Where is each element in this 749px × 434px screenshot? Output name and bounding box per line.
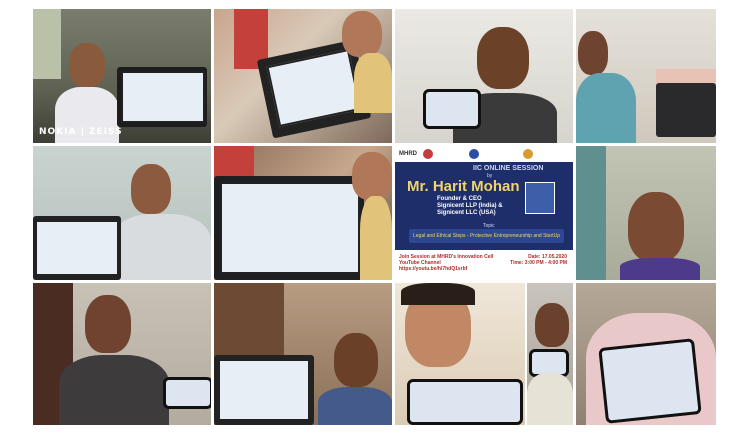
session-datetime: Date: 17.05.2020 Time: 3:00 PM - 4:00 PM <box>510 254 567 266</box>
laptop-screen <box>220 182 360 274</box>
photo-tile-10 <box>214 283 392 425</box>
photo-tile-3 <box>395 9 573 143</box>
iic-logo-icon <box>423 149 433 159</box>
photo-tile-11 <box>395 283 525 425</box>
innovation-cell-logo-icon <box>469 149 479 159</box>
photo-tile-5 <box>33 146 211 280</box>
photo-tile-13 <box>576 283 716 425</box>
participant-face <box>131 164 171 214</box>
mhrd-logo: MHRD <box>399 151 417 157</box>
role-line-3: Signicent LLC (USA) <box>437 210 496 216</box>
photo-tile-1: NOKIA | ZEISS <box>33 9 211 143</box>
photo-collage: NOKIA | ZEISS MHRD IIC ONLINE SESSION by… <box>33 9 716 425</box>
phone-screen <box>598 338 702 424</box>
photo-tile-12 <box>527 283 573 425</box>
phone-screen <box>163 377 211 409</box>
speaker-name: Mr. Harit Mohan <box>407 178 520 195</box>
participant-face <box>535 303 569 347</box>
youtube-line: Join Session at MHRD's Innovation Cell Y… <box>399 254 494 266</box>
phone-screen <box>407 379 523 425</box>
participant-face <box>334 333 378 387</box>
laptop-screen <box>218 359 310 421</box>
participant-face <box>477 27 529 89</box>
poster-logos: MHRD <box>395 146 573 162</box>
youtube-link: https://youtu.be/hl7hdQ1srbf <box>399 266 468 272</box>
aicte-logo-icon <box>523 149 533 159</box>
participant-face <box>69 43 105 87</box>
photo-tile-8 <box>576 146 716 280</box>
speaker-photo <box>525 182 555 214</box>
participant-face <box>85 295 131 353</box>
phone-screen <box>423 89 481 129</box>
youtube-info: Join Session at MHRD's Innovation Cell Y… <box>399 254 509 272</box>
session-time: Time: 3:00 PM - 4:00 PM <box>510 260 567 266</box>
role-line-1: Founder & CEO <box>437 196 482 202</box>
photo-tile-4 <box>576 9 716 143</box>
photo-tile-6 <box>214 146 392 280</box>
speaker-role: Founder & CEO Signicent LLP (India) & Si… <box>437 196 503 217</box>
participant-face <box>628 192 684 262</box>
poster-kicker: IIC ONLINE SESSION <box>473 165 544 172</box>
role-line-2: Signicent LLP (India) & <box>437 203 503 209</box>
photo-tile-9 <box>33 283 211 425</box>
participant-face <box>578 31 608 75</box>
monitor-screen <box>121 71 205 123</box>
participant-face <box>342 11 382 57</box>
session-poster: MHRD IIC ONLINE SESSION by Mr. Harit Moh… <box>395 146 573 280</box>
photo-tile-2 <box>214 9 392 143</box>
participant-face <box>352 152 392 200</box>
laptop-screen <box>35 220 119 276</box>
poster-panel: IIC ONLINE SESSION by Mr. Harit Mohan Fo… <box>395 162 573 250</box>
camera-watermark: NOKIA | ZEISS <box>39 127 123 137</box>
topic-banner: Legal and Ethical Steps - Protective Ent… <box>409 229 564 243</box>
